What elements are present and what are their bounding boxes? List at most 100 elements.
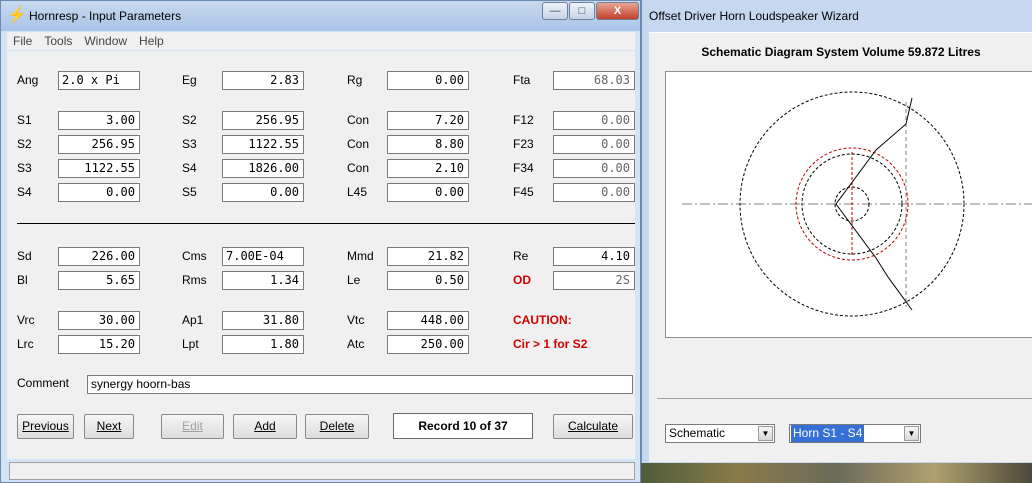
con1-field[interactable]: 7.20: [387, 111, 469, 130]
wizard-title[interactable]: Offset Driver Horn Loudspeaker Wizard: [649, 9, 859, 23]
label-re: Re: [513, 249, 529, 263]
minimize-button[interactable]: —: [542, 2, 568, 20]
view-select[interactable]: Schematic ▼: [665, 424, 775, 443]
s3-b-field[interactable]: 1122.55: [58, 159, 140, 178]
menu-bar: File Tools Window Help: [7, 32, 635, 50]
re-field[interactable]: 4.10: [553, 247, 635, 266]
atc-field[interactable]: 250.00: [387, 335, 469, 354]
menu-window[interactable]: Window: [78, 32, 133, 50]
label-eg: Eg: [182, 73, 197, 87]
rms-field[interactable]: 1.34: [222, 271, 304, 290]
s2-b-field[interactable]: 256.95: [58, 135, 140, 154]
lightning-icon: ⚡: [7, 7, 27, 24]
label-s2: S2: [182, 113, 197, 127]
ap1-field[interactable]: 31.80: [222, 311, 304, 330]
s5-field[interactable]: 0.00: [222, 183, 304, 202]
label-s3: S3: [182, 137, 197, 151]
label-comment: Comment: [17, 376, 70, 390]
rg-field[interactable]: 0.00: [387, 71, 469, 90]
view-select-value: Schematic: [669, 426, 726, 440]
wizard-divider: [657, 398, 1032, 399]
delete-button[interactable]: Delete: [305, 414, 369, 439]
label-rms: Rms: [182, 273, 207, 287]
label-con-1: Con: [347, 113, 370, 127]
calculate-button[interactable]: Calculate: [553, 414, 633, 439]
label-atc: Atc: [347, 337, 365, 351]
record-indicator: Record 10 of 37: [393, 413, 533, 439]
s2-field[interactable]: 256.95: [222, 111, 304, 130]
label-vrc: Vrc: [17, 313, 35, 327]
main-titlebar[interactable]: ⚡ Hornresp - Input Parameters — □ X: [1, 1, 640, 31]
segment-select[interactable]: Horn S1 - S4 ▼: [789, 424, 921, 443]
caution-message: Cir > 1 for S2: [513, 337, 588, 351]
f45-field[interactable]: 0.00: [553, 183, 635, 202]
label-s4: S4: [182, 161, 197, 175]
label-l45: L45: [347, 185, 368, 199]
lrc-field[interactable]: 15.20: [58, 335, 140, 354]
wizard-panel: Schematic Diagram System Volume 59.872 L…: [649, 32, 1032, 462]
chevron-down-icon[interactable]: ▼: [758, 426, 773, 441]
label-s5: S5: [182, 185, 197, 199]
label-ang: Ang: [17, 73, 39, 87]
f34-field[interactable]: 0.00: [553, 159, 635, 178]
s3-field[interactable]: 1122.55: [222, 135, 304, 154]
label-con-2: Con: [347, 137, 370, 151]
label-s1: S1: [17, 113, 32, 127]
cms-field[interactable]: 7.00E-04: [222, 247, 304, 266]
menu-tools[interactable]: Tools: [38, 32, 78, 50]
lpt-field[interactable]: 1.80: [222, 335, 304, 354]
chevron-down-icon[interactable]: ▼: [904, 426, 919, 441]
f12-field[interactable]: 0.00: [553, 111, 635, 130]
desktop-background-strip: [641, 463, 1032, 483]
menu-help[interactable]: Help: [133, 32, 170, 50]
label-lpt: Lpt: [182, 337, 199, 351]
schematic-diagram: [665, 71, 1032, 338]
s4-field[interactable]: 1826.00: [222, 159, 304, 178]
label-cms: Cms: [182, 249, 207, 263]
s1-field[interactable]: 3.00: [58, 111, 140, 130]
label-f45: F45: [513, 185, 534, 199]
mmd-field[interactable]: 21.82: [387, 247, 469, 266]
schematic-drawing: [682, 91, 1032, 317]
schematic-heading: Schematic Diagram System Volume 59.872 L…: [701, 45, 981, 59]
add-button[interactable]: Add: [233, 414, 297, 439]
f23-field[interactable]: 0.00: [553, 135, 635, 154]
edit-button[interactable]: Edit: [161, 414, 224, 439]
bl-field[interactable]: 5.65: [58, 271, 140, 290]
label-bl: Bl: [17, 273, 28, 287]
parameters-panel: Ang 2.0 x Pi Eg 2.83 Rg 0.00 Fta 68.03 S…: [7, 51, 635, 459]
comment-field[interactable]: synergy hoorn-bas: [87, 375, 633, 394]
menu-file[interactable]: File: [7, 32, 38, 50]
con3-field[interactable]: 2.10: [387, 159, 469, 178]
label-sd: Sd: [17, 249, 32, 263]
close-button[interactable]: X: [596, 2, 639, 20]
od-field[interactable]: 2S: [553, 271, 635, 290]
label-s4-b: S4: [17, 185, 32, 199]
label-lrc: Lrc: [17, 337, 34, 351]
l45-field[interactable]: 0.00: [387, 183, 469, 202]
label-f34: F34: [513, 161, 534, 175]
con2-field[interactable]: 8.80: [387, 135, 469, 154]
maximize-button[interactable]: □: [569, 2, 595, 20]
s4-b-field[interactable]: 0.00: [58, 183, 140, 202]
vtc-field[interactable]: 448.00: [387, 311, 469, 330]
main-window-title: Hornresp - Input Parameters: [29, 9, 182, 23]
label-s3-b: S3: [17, 161, 32, 175]
wizard-window: Offset Driver Horn Loudspeaker Wizard Sc…: [641, 0, 1032, 483]
status-bar: [9, 462, 635, 480]
caution-label: CAUTION:: [513, 313, 572, 327]
sd-field[interactable]: 226.00: [58, 247, 140, 266]
vrc-field[interactable]: 30.00: [58, 311, 140, 330]
label-ap1: Ap1: [182, 313, 204, 327]
ang-field[interactable]: 2.0 x Pi: [58, 71, 140, 90]
previous-button[interactable]: Previous: [17, 414, 74, 439]
label-fta: Fta: [513, 73, 531, 87]
segment-select-value: Horn S1 - S4: [791, 425, 865, 442]
label-s2-b: S2: [17, 137, 32, 151]
label-od: OD: [513, 273, 531, 287]
next-button[interactable]: Next: [84, 414, 134, 439]
eg-field[interactable]: 2.83: [222, 71, 304, 90]
main-window: ⚡ Hornresp - Input Parameters — □ X File…: [0, 0, 641, 483]
section-divider: [17, 223, 635, 224]
le-field[interactable]: 0.50: [387, 271, 469, 290]
